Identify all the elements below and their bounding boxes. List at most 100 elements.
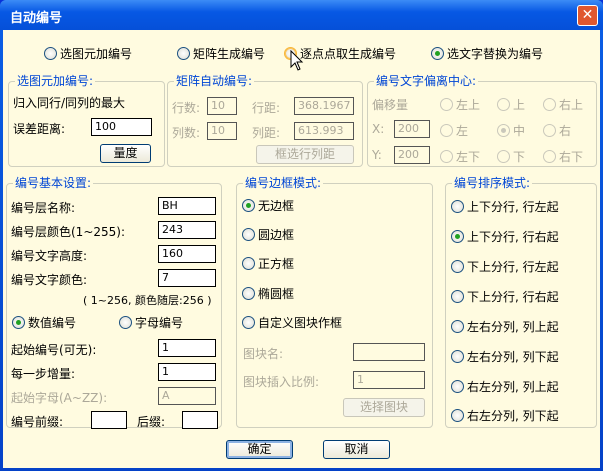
order-radio-7[interactable]: 右左分列, 列上起	[451, 378, 559, 395]
row-distance-input[interactable]: 368.1967	[294, 97, 354, 115]
radio-label: 右上	[559, 98, 584, 112]
radio-icon	[451, 230, 464, 243]
step-label: 每一步增量:	[11, 367, 76, 381]
radio-label: 自定义图块作框	[258, 316, 343, 330]
offset-radio-bottom[interactable]: 下	[497, 148, 525, 165]
y-offset-input[interactable]: 200	[394, 146, 430, 164]
radio-icon	[497, 124, 510, 137]
radio-icon	[451, 380, 464, 393]
radio-icon	[242, 287, 255, 300]
offset-radio-top[interactable]: 上	[497, 96, 525, 113]
prefix-input[interactable]	[91, 411, 127, 429]
tolerance-input[interactable]: 100	[91, 118, 152, 136]
matrix-group: 矩阵自动编号: 行数: 10 行距: 368.1967 列数: 10 列距: 6…	[167, 74, 363, 167]
offset-label: 偏移量	[372, 98, 409, 112]
cols-label: 列数:	[172, 126, 201, 140]
y-label: Y:	[372, 148, 382, 162]
basic-settings-group: 编号基本设置: 编号层名称: BH 编号层颜色(1~255): 243 编号文字…	[6, 176, 222, 429]
text-color-input[interactable]: 7	[158, 269, 216, 287]
radio-label: 正方框	[258, 257, 295, 271]
radio-label: 圆边框	[258, 228, 295, 242]
rows-input[interactable]: 10	[207, 97, 237, 115]
mode-radio-matrix[interactable]: 矩阵生成编号	[177, 45, 265, 62]
radio-label: 右	[559, 124, 572, 138]
x-label: X:	[372, 122, 385, 136]
frame-radio-none[interactable]: 无边框	[242, 197, 294, 214]
radio-label: 逐点点取生成编号	[300, 47, 397, 61]
cancel-button[interactable]: 取消	[323, 440, 390, 459]
radio-icon	[543, 98, 556, 111]
order-radio-5[interactable]: 左右分列, 列上起	[451, 318, 559, 335]
radio-label: 右下	[559, 150, 584, 164]
radio-label: 左右分列, 列下起	[467, 350, 559, 364]
radio-label: 下	[513, 150, 526, 164]
radio-icon	[431, 47, 444, 60]
cols-input[interactable]: 10	[207, 122, 237, 140]
frame-radio-circle[interactable]: 圆边框	[242, 226, 294, 243]
select-block-button[interactable]: 选择图块	[343, 398, 425, 417]
layer-name-label: 编号层名称:	[11, 201, 76, 215]
radio-icon	[44, 47, 57, 60]
group-title: 矩阵自动编号:	[174, 74, 255, 88]
radio-label: 下上分行, 行右起	[467, 290, 559, 304]
step-input[interactable]: 1	[158, 363, 216, 381]
frame-radio-custom-block[interactable]: 自定义图块作框	[242, 314, 342, 331]
alpha-numbering-radio[interactable]: 字母编号	[119, 314, 183, 331]
radio-icon	[451, 409, 464, 422]
measure-button[interactable]: 量度	[100, 144, 151, 163]
offset-radio-left[interactable]: 左	[440, 122, 468, 139]
radio-icon	[242, 257, 255, 270]
offset-radio-center[interactable]: 中	[497, 122, 525, 139]
order-radio-1[interactable]: 上下分行, 行左起	[451, 198, 559, 215]
pick-row-col-distance-button[interactable]: 框选行列距	[256, 145, 354, 164]
text-height-label: 编号文字高度:	[11, 249, 88, 263]
order-radio-3[interactable]: 下上分行, 行左起	[451, 258, 559, 275]
offset-radio-bottom-left[interactable]: 左下	[440, 148, 480, 165]
radio-icon	[440, 98, 453, 111]
radio-label: 左下	[456, 150, 481, 164]
radio-icon	[119, 316, 132, 329]
radio-icon	[451, 200, 464, 213]
offset-radio-bottom-right[interactable]: 右下	[543, 148, 583, 165]
layer-color-input[interactable]: 243	[158, 221, 216, 239]
suffix-input[interactable]	[182, 411, 218, 429]
frame-radio-square[interactable]: 正方框	[242, 255, 294, 272]
block-name-input[interactable]	[353, 343, 425, 361]
order-radio-8[interactable]: 右左分列, 列下起	[451, 407, 559, 424]
title-bar[interactable]: 自动编号 ✕	[0, 0, 603, 30]
group-title: 选图元加编号:	[15, 74, 96, 88]
radio-label: 字母编号	[135, 316, 184, 330]
col-distance-input[interactable]: 613.993	[294, 122, 354, 140]
close-button[interactable]: ✕	[577, 5, 598, 26]
offset-radio-top-right[interactable]: 右上	[543, 96, 583, 113]
layer-color-label: 编号层颜色(1~255):	[11, 225, 126, 239]
radio-icon	[543, 124, 556, 137]
layer-name-input[interactable]: BH	[158, 197, 216, 215]
radio-icon	[242, 199, 255, 212]
radio-label: 右左分列, 列下起	[467, 409, 559, 423]
suffix-label: 后缀:	[137, 415, 166, 429]
block-scale-input[interactable]: 1	[353, 371, 425, 389]
frame-radio-ellipse[interactable]: 椭圆框	[242, 285, 294, 302]
numeric-numbering-radio[interactable]: 数值编号	[12, 314, 76, 331]
order-radio-4[interactable]: 下上分行, 行右起	[451, 288, 559, 305]
start-letter-input[interactable]: A	[158, 387, 216, 405]
ok-button[interactable]: 确定	[226, 440, 293, 459]
offset-radio-right[interactable]: 右	[543, 122, 571, 139]
x-offset-input[interactable]: 200	[394, 120, 430, 138]
dialog-window: 自动编号 ✕ 选图元加编号 矩阵生成编号 逐点点取生成编号 选文字替换为编号 选…	[0, 0, 603, 471]
tolerance-label: 误差距离:	[13, 122, 66, 136]
offset-radio-top-left[interactable]: 左上	[440, 96, 480, 113]
order-radio-2[interactable]: 上下分行, 行右起	[451, 228, 559, 245]
radio-icon	[543, 150, 556, 163]
dialog-body: 选图元加编号 矩阵生成编号 逐点点取生成编号 选文字替换为编号 选图元加编号: …	[3, 30, 600, 468]
start-number-input[interactable]: 1	[158, 339, 216, 357]
order-radio-6[interactable]: 左右分列, 列下起	[451, 348, 559, 365]
text-height-input[interactable]: 160	[158, 245, 216, 263]
mode-radio-replace-text[interactable]: 选文字替换为编号	[431, 45, 543, 62]
radio-label: 选图元加编号	[60, 47, 133, 61]
start-number-label: 起始编号(可无):	[11, 343, 97, 357]
mode-radio-select-element[interactable]: 选图元加编号	[44, 45, 132, 62]
block-name-label: 图块名:	[243, 347, 284, 361]
group-title: 编号排序模式:	[452, 176, 533, 190]
